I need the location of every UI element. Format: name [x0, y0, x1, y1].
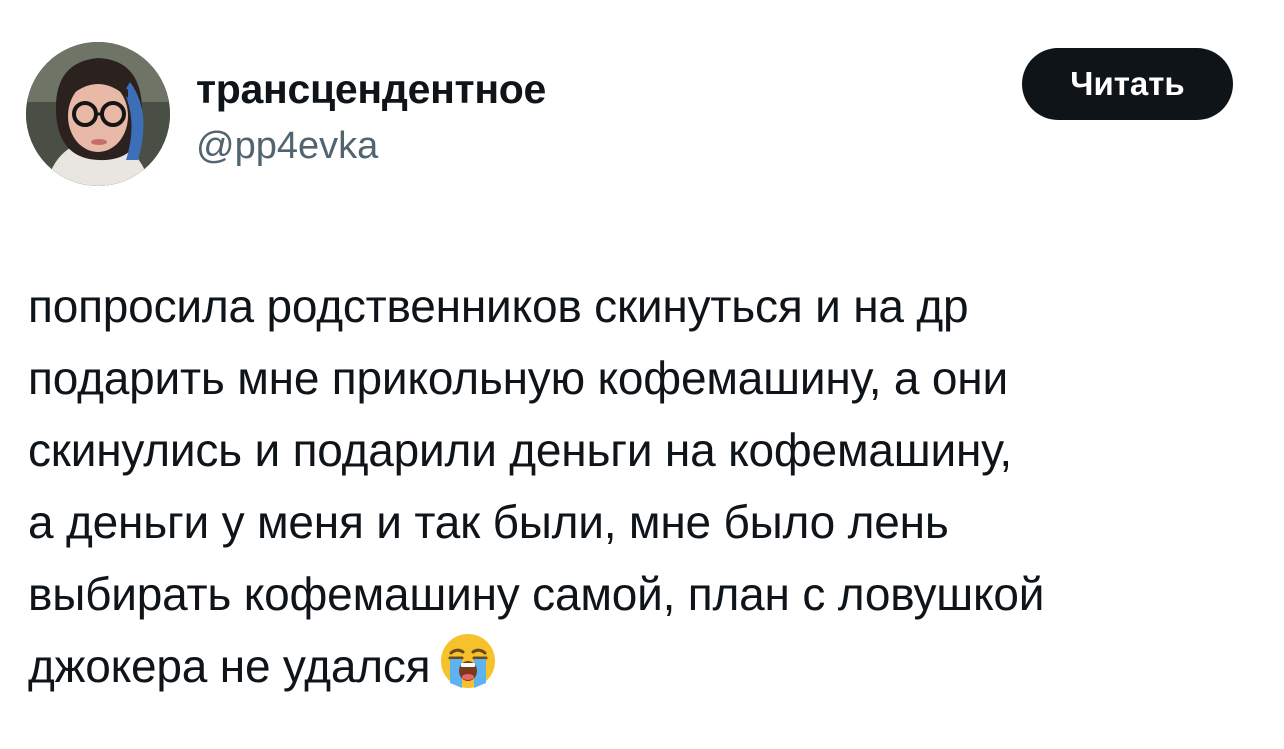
tweet-line: попросила родственников скинуться и на д… [28, 280, 969, 332]
author-display-name[interactable]: трансцендентное [196, 66, 546, 112]
author-handle[interactable]: @pp4evka [196, 124, 378, 168]
tweet-last-line: джокера не удался [28, 630, 1268, 711]
tweet-line-text: джокера не удался [28, 640, 431, 692]
tweet-line: скинулись и подарили деньги на кофемашин… [28, 424, 1012, 476]
tweet-line: выбирать кофемашину самой, план с ловушк… [28, 568, 1045, 620]
loudly-crying-face-icon [438, 631, 498, 711]
tweet-line: подарить мне прикольную кофемашину, а он… [28, 352, 1008, 404]
tweet-text: попросила родственников скинуться и на д… [28, 270, 1268, 711]
avatar-image [26, 42, 170, 186]
tweet-line: а деньги у меня и так были, мне было лен… [28, 496, 949, 548]
avatar[interactable] [26, 42, 170, 186]
follow-read-button[interactable]: Читать [1022, 48, 1233, 120]
